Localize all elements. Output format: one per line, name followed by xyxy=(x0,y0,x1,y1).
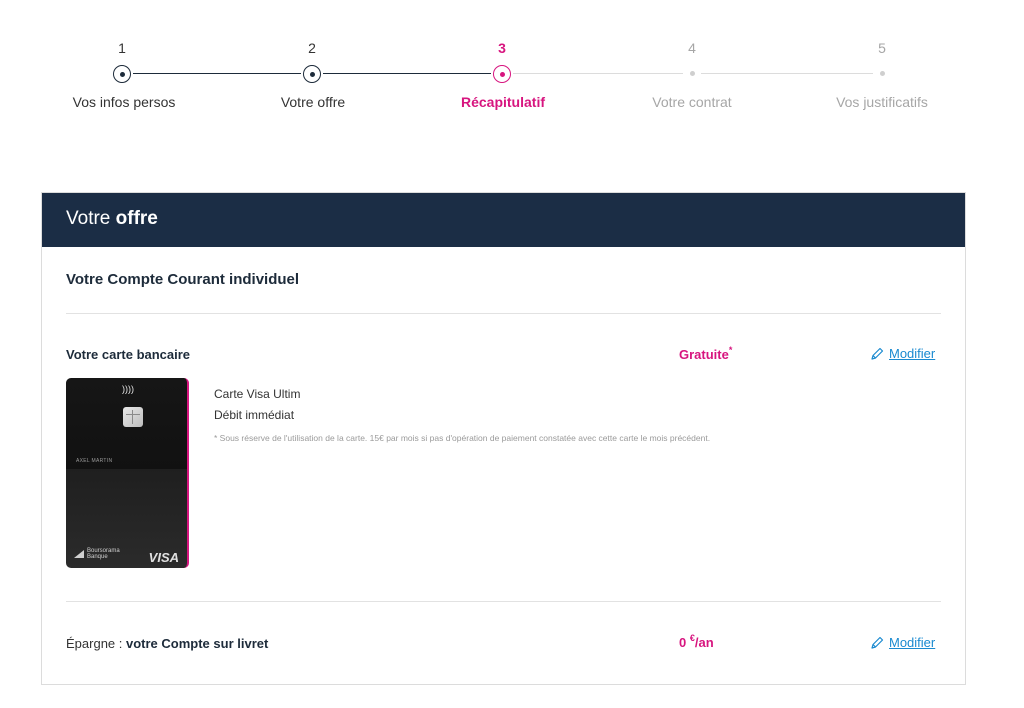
step-connector-1-2 xyxy=(133,73,301,74)
step-4-label: Votre contrat xyxy=(652,94,732,110)
card-name: Carte Visa Ultim xyxy=(214,387,301,401)
step-connector-2-3 xyxy=(323,73,491,74)
panel-header: Votre offre xyxy=(42,193,965,247)
step-1-label[interactable]: Vos infos persos xyxy=(39,94,209,110)
step-4-number: 4 xyxy=(688,40,696,56)
savings-price: 0 €/an xyxy=(679,633,714,650)
savings-label-bold: votre Compte sur livret xyxy=(126,636,269,651)
bank-logo-text: Boursorama Banque xyxy=(87,548,120,560)
divider xyxy=(66,313,941,314)
progress-stepper: 1 2 3 4 5 Vos infos persos Votre offre R… xyxy=(0,0,1024,130)
modify-savings-label: Modifier xyxy=(889,635,936,650)
bank-logo: Boursorama Banque xyxy=(74,548,120,560)
step-4-marker-icon xyxy=(689,71,695,76)
step-5-label: Vos justificatifs xyxy=(836,94,928,110)
modify-card-button[interactable]: Modifier xyxy=(870,346,935,361)
step-3-number: 3 xyxy=(498,40,506,56)
step-3-marker-icon xyxy=(493,65,511,83)
card-row-title: Votre carte bancaire xyxy=(66,347,191,362)
modify-savings-button[interactable]: Modifier xyxy=(870,635,935,650)
card-holder-name: AXEL MARTIN xyxy=(76,458,113,464)
section-title: Votre Compte Courant individuel xyxy=(66,271,300,288)
card-price-value: Gratuite xyxy=(679,347,729,362)
step-5-marker-icon xyxy=(879,71,885,76)
card-fee-note: * Sous réserve de l'utilisation de la ca… xyxy=(214,433,711,443)
step-1-marker-icon xyxy=(113,65,131,83)
card-debit-type: Débit immédiat xyxy=(214,408,295,422)
step-2-number: 2 xyxy=(308,40,316,56)
savings-price-value: 0 xyxy=(679,635,687,650)
step-1-number: 1 xyxy=(118,40,126,56)
step-2-label[interactable]: Votre offre xyxy=(228,94,398,110)
bank-logo-line2: Banque xyxy=(87,554,108,560)
savings-label-prefix: Épargne : xyxy=(66,636,123,651)
panel-header-bold: offre xyxy=(115,208,158,229)
pencil-icon xyxy=(871,347,884,360)
card-price-mark: * xyxy=(728,345,733,355)
offer-summary-panel: Votre offre Votre Compte Courant individ… xyxy=(41,192,966,685)
bank-logo-mark-icon xyxy=(74,550,84,558)
pencil-icon xyxy=(871,636,884,649)
step-connector-3-4 xyxy=(513,73,683,74)
contactless-icon: )))) xyxy=(122,384,134,394)
savings-row-title: Épargne : votre Compte sur livret xyxy=(66,636,268,651)
visa-logo: VISA xyxy=(148,550,179,565)
savings-price-period: /an xyxy=(694,635,714,650)
card-chip-icon xyxy=(123,407,143,427)
modify-card-label: Modifier xyxy=(889,346,936,361)
bank-card-image: )))) AXEL MARTIN Boursorama Banque VISA xyxy=(66,378,189,568)
step-connector-4-5 xyxy=(701,73,873,74)
step-2-marker-icon xyxy=(303,65,321,83)
card-price: Gratuite* xyxy=(679,345,733,362)
divider xyxy=(66,601,941,602)
step-5-number: 5 xyxy=(878,40,886,56)
savings-price-currency: € xyxy=(689,633,695,643)
step-3-label: Récapitulatif xyxy=(460,94,545,110)
panel-header-prefix: Votre xyxy=(66,208,111,229)
